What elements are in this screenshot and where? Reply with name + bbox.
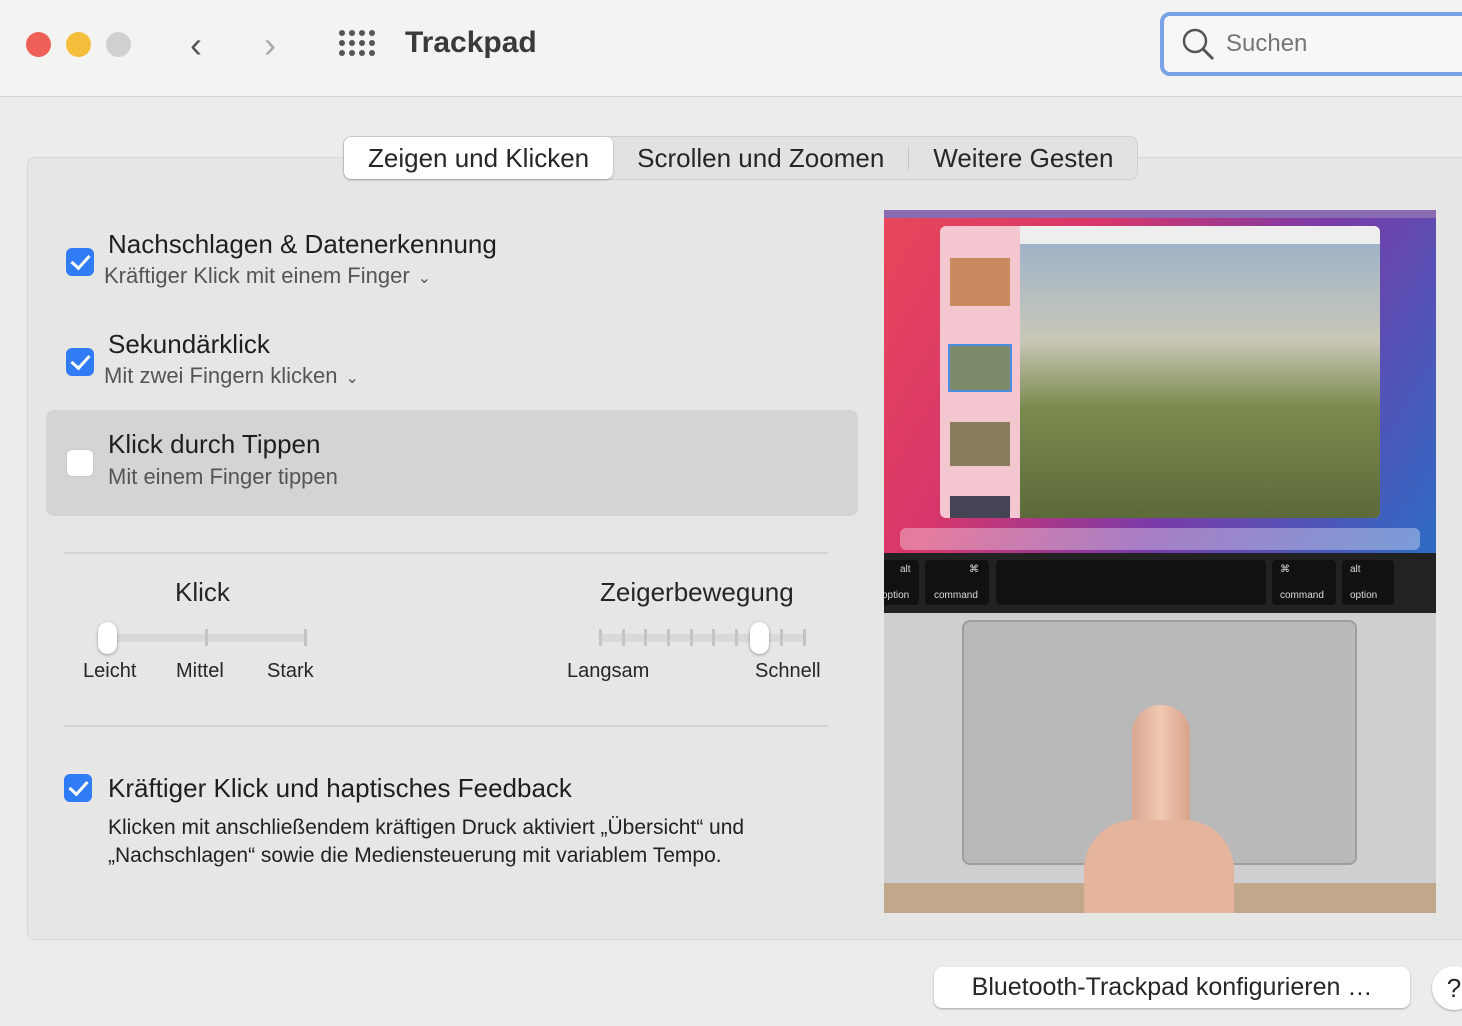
back-icon[interactable]: ‹ [190, 24, 202, 66]
menu-bar [884, 210, 1436, 218]
pointer-speed-slider[interactable] [598, 634, 806, 642]
force-click-title: Kräftiger Klick und haptisches Feedback [108, 773, 572, 803]
pointer-slider-tick [803, 629, 806, 646]
pointer-slider-tick [780, 629, 784, 646]
hand [1084, 820, 1234, 913]
click-tick-label: Mittel [176, 660, 224, 682]
key-label: ⌘ [1280, 564, 1290, 575]
pointer-slider-tick [667, 629, 670, 646]
secondary-click-value: Mit zwei Fingern klicken [104, 363, 338, 388]
zoom-button[interactable] [106, 32, 131, 57]
pointer-slider-tick [689, 629, 693, 646]
trackpad-illustration: alt option ⌘ command ⌘ command alt option [884, 210, 1436, 913]
key-label: alt [1350, 564, 1361, 575]
lookup-value: Kräftiger Klick mit einem Finger [104, 263, 410, 288]
chevron-down-icon: ⌄ [345, 370, 359, 387]
tab-bar: Zeigen und Klicken Scrollen und Zoomen W… [343, 136, 1139, 180]
pointer-slider-tick [621, 629, 625, 646]
search-input[interactable] [1226, 30, 1456, 58]
key-label: option [884, 590, 910, 601]
close-button[interactable] [26, 32, 51, 57]
click-slider-label: Klick [175, 577, 230, 607]
click-slider-tick [304, 629, 307, 646]
tab-zeigen-und-klicken[interactable]: Zeigen und Klicken [344, 137, 614, 179]
pointer-slider-tick [644, 629, 648, 646]
search-icon [1182, 28, 1215, 61]
divider [64, 725, 828, 727]
preview-window [940, 226, 1380, 518]
minimize-button[interactable] [66, 32, 91, 57]
secondary-click-checkbox[interactable] [66, 348, 94, 376]
bluetooth-trackpad-button[interactable]: Bluetooth-Trackpad konfigurieren … [934, 967, 1410, 1008]
click-slider-tick [205, 629, 208, 646]
forward-icon[interactable]: › [264, 24, 276, 66]
window-title: Trackpad [405, 26, 537, 59]
pointer-max-label: Schnell [755, 660, 821, 682]
tap-to-click-subtitle: Mit einem Finger tippen [108, 464, 338, 489]
tap-to-click-title: Klick durch Tippen [108, 429, 321, 459]
tap-to-click-checkbox[interactable] [66, 449, 94, 477]
pointer-min-label: Langsam [567, 660, 650, 682]
dock [900, 528, 1420, 550]
key-label: alt [900, 564, 911, 575]
key-label: command [1280, 590, 1324, 601]
lookup-dropdown[interactable]: Kräftiger Klick mit einem Finger ⌄ [104, 263, 431, 289]
divider [64, 552, 828, 554]
chevron-down-icon: ⌄ [417, 270, 432, 287]
click-tick-label: Stark [267, 660, 314, 682]
secondary-click-title: Sekundärklick [108, 329, 270, 359]
pointer-slider-tick [712, 629, 716, 646]
tap-to-click-row[interactable] [46, 410, 858, 516]
title-bar: ‹ › Trackpad [0, 0, 1462, 97]
key-label: option [1350, 590, 1378, 601]
lookup-title: Nachschlagen & Datenerkennung [108, 229, 497, 259]
force-click-description: Klicken mit anschließendem kräftigen Dru… [108, 816, 745, 867]
key-label: command [934, 590, 978, 601]
pointer-slider-tick [735, 629, 738, 646]
pointer-slider-tick [599, 629, 602, 646]
click-slider-thumb[interactable] [98, 622, 117, 654]
pointer-slider-label: Zeigerbewegung [600, 577, 794, 607]
force-click-checkbox[interactable] [64, 774, 92, 802]
pointer-slider-thumb[interactable] [749, 622, 769, 654]
key-label: ⌘ [969, 564, 979, 575]
search-field[interactable] [1160, 12, 1462, 76]
tab-weitere-gesten[interactable]: Weitere Gesten [909, 137, 1137, 179]
grid-icon[interactable] [338, 29, 375, 57]
space-key [996, 560, 1266, 605]
tab-scrollen-und-zoomen[interactable]: Scrollen und Zoomen [613, 137, 908, 179]
click-tick-label: Leicht [83, 660, 137, 682]
help-button[interactable]: ? [1432, 966, 1462, 1010]
lookup-checkbox[interactable] [66, 248, 94, 276]
secondary-click-dropdown[interactable]: Mit zwei Fingern klicken ⌄ [104, 363, 359, 389]
